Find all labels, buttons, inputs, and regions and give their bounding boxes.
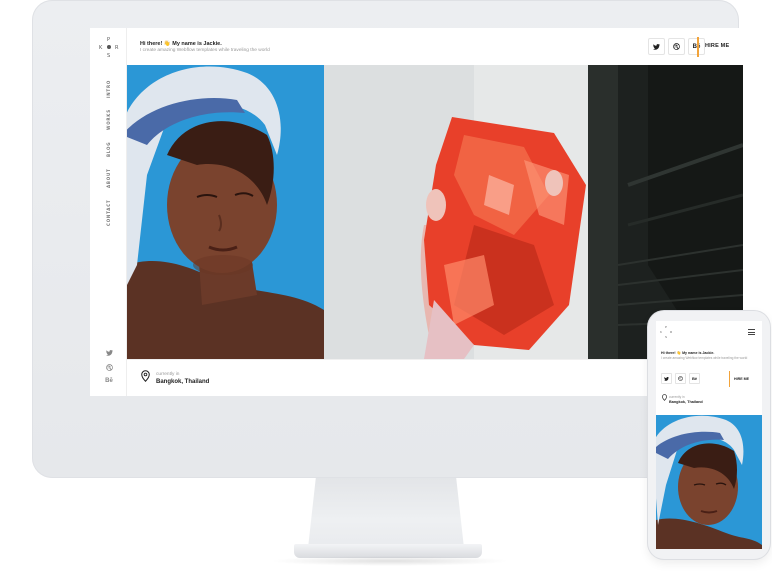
- intro-heading: Hi there! 👋 My name is Jackie.: [140, 41, 222, 47]
- monitor-stand-shadow: [270, 556, 510, 566]
- mobile-wave-emoji-icon: 👋: [676, 351, 682, 355]
- intro-tagline: I create amazing Webflow templates while…: [140, 48, 270, 53]
- location-pin-icon: [141, 370, 150, 382]
- dribbble-icon: [673, 43, 680, 50]
- mobile-phone: P K R S Hi there! 👋 My name is Jackie. I…: [648, 311, 770, 559]
- header-dribbble-button[interactable]: [668, 38, 685, 55]
- location-value: Bangkok, Thailand: [156, 379, 210, 385]
- greeting-text: Hi there!: [140, 41, 163, 47]
- site-logo[interactable]: P K R S: [99, 37, 119, 59]
- header: Hi there! 👋 My name is Jackie. I create …: [127, 28, 743, 65]
- hire-divider: [697, 37, 699, 57]
- mobile-location-pin-icon: [662, 394, 667, 401]
- sidebar-behance-icon[interactable]: Bē: [103, 378, 115, 388]
- sidebar-dribbble-icon[interactable]: [103, 364, 115, 374]
- mobile-logo-letter-left: K: [660, 330, 663, 334]
- mobile-logo-letter-top: P: [665, 325, 668, 329]
- logo-letter-bottom: S: [107, 53, 111, 59]
- nav-item-intro[interactable]: INTRO: [102, 76, 116, 102]
- mobile-portrait-image[interactable]: [656, 415, 762, 549]
- logo-center-dot: [107, 45, 111, 49]
- mobile-location-label: currently in: [669, 395, 685, 399]
- mobile-screen: P K R S Hi there! 👋 My name is Jackie. I…: [656, 321, 762, 549]
- twitter-icon: [664, 376, 669, 381]
- logo-letter-left: K: [99, 45, 103, 51]
- twitter-icon: [653, 43, 660, 50]
- mobile-location-value: Bangkok, Thailand: [669, 400, 703, 404]
- nav-item-blog[interactable]: BLOG: [102, 138, 116, 160]
- mobile-intro-heading: Hi there! 👋 My name is Jackie.: [661, 351, 714, 355]
- mobile-dribbble-button[interactable]: [675, 373, 686, 384]
- nav-item-works[interactable]: WORKS: [102, 106, 116, 134]
- nav-item-contact[interactable]: CONTACT: [102, 196, 116, 230]
- header-twitter-button[interactable]: [648, 38, 665, 55]
- photo-red-foil-sheet[interactable]: [324, 65, 588, 359]
- nav-item-about[interactable]: ABOUT: [102, 164, 116, 192]
- mobile-site-logo[interactable]: P K R S: [660, 325, 674, 339]
- mobile-name-text: My name is Jackie.: [682, 351, 715, 355]
- sidebar: P K R S INTRO WORKS BLOG ABOUT CONTACT B…: [90, 28, 127, 396]
- mobile-hire-divider: [729, 371, 730, 387]
- dribbble-icon: [678, 376, 683, 381]
- mobile-behance-button[interactable]: Bē: [689, 373, 700, 384]
- hamburger-menu-icon[interactable]: [748, 329, 755, 335]
- wave-emoji-icon: 👋: [163, 41, 171, 47]
- mobile-intro-tagline: I create amazing Webflow templates while…: [661, 356, 756, 361]
- monitor-stand-neck: [308, 478, 464, 548]
- portrait-image-woman-headscarf[interactable]: [127, 65, 324, 359]
- location-label: currently in: [156, 372, 180, 377]
- desktop-monitor: P K R S INTRO WORKS BLOG ABOUT CONTACT B…: [32, 0, 743, 478]
- desktop-screen: P K R S INTRO WORKS BLOG ABOUT CONTACT B…: [90, 28, 743, 396]
- sidebar-twitter-icon[interactable]: [103, 350, 115, 360]
- hero-gallery: [127, 65, 743, 359]
- name-text: My name is Jackie.: [172, 41, 222, 47]
- hire-me-button[interactable]: HIRE ME: [705, 43, 729, 49]
- logo-letter-right: R: [115, 45, 119, 51]
- mobile-logo-letter-bottom: S: [665, 335, 668, 339]
- mobile-tagline: I create amazing Webflow templates while…: [661, 356, 748, 360]
- mobile-twitter-button[interactable]: [661, 373, 672, 384]
- mobile-greeting-text: Hi there!: [661, 351, 676, 355]
- mobile-logo-letter-right: R: [670, 330, 673, 334]
- logo-letter-top: P: [107, 37, 111, 43]
- mobile-hire-me-button[interactable]: HIRE ME: [734, 377, 749, 381]
